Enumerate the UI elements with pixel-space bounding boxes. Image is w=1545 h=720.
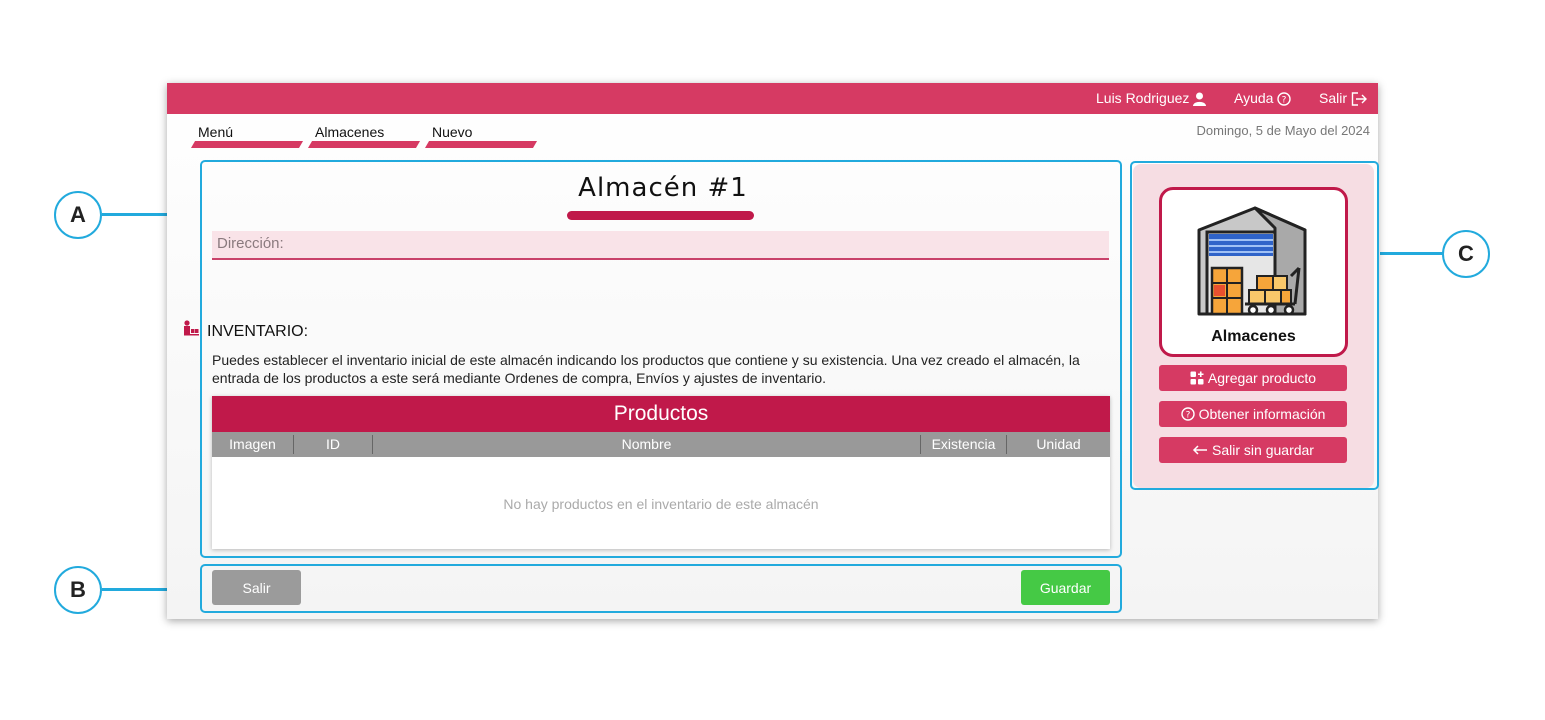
breadcrumb-label: Nuevo — [432, 124, 473, 140]
breadcrumb-underline — [425, 141, 538, 148]
logout-icon — [1351, 91, 1368, 106]
user-icon — [1193, 92, 1207, 106]
logout-link[interactable]: Salir — [1319, 83, 1368, 114]
callout-c-box — [1130, 161, 1379, 490]
callout-c-line — [1380, 252, 1443, 255]
user-name: Luis Rodriguez — [1096, 90, 1190, 106]
callout-b-box — [200, 564, 1122, 613]
inventory-icon — [184, 320, 199, 336]
top-bar: Luis Rodriguez Ayuda ? Salir — [167, 83, 1378, 114]
callout-b: B — [54, 566, 102, 614]
help-label: Ayuda — [1234, 90, 1274, 106]
breadcrumb-label: Menú — [198, 124, 234, 140]
breadcrumb-label: Almacenes — [315, 124, 385, 140]
callout-a-box — [200, 160, 1122, 558]
callout-c: C — [1442, 230, 1490, 278]
logout-label: Salir — [1319, 90, 1348, 106]
user-menu[interactable]: Luis Rodriguez — [1096, 83, 1207, 114]
callout-a: A — [54, 191, 102, 239]
current-date: Domingo, 5 de Mayo del 2024 — [1196, 123, 1370, 138]
breadcrumb-underline — [308, 141, 421, 148]
help-icon: ? — [1277, 91, 1292, 106]
help-link[interactable]: Ayuda ? — [1234, 83, 1292, 114]
breadcrumb-underline — [191, 141, 304, 148]
svg-text:?: ? — [1282, 95, 1287, 105]
